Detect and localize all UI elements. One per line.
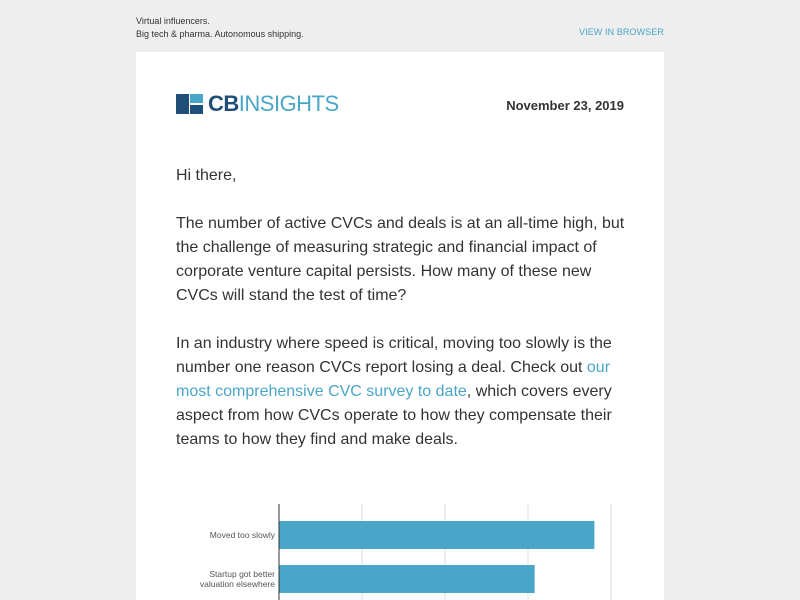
email-body: Hi there, The number of active CVCs and … <box>176 164 626 476</box>
paragraph-1: The number of active CVCs and deals is a… <box>176 215 625 304</box>
survey-bar-chart: Moved too slowly Startup got better valuat… <box>200 504 612 600</box>
logo-text-cb: CB <box>208 91 239 116</box>
cb-insights-logo-icon <box>176 94 203 114</box>
preheader-line-1: Virtual influencers. <box>136 16 210 26</box>
chart-category-label-1: Startup got better valuation elsewhere <box>200 569 275 589</box>
email-date: November 23, 2019 <box>506 98 624 113</box>
paragraph-2-text-before: In an industry where speed is critical, … <box>176 335 612 376</box>
paragraph-2: In an industry where speed is critical, … <box>176 332 626 452</box>
chart-bar-0 <box>279 521 595 549</box>
email-card: CBINSIGHTS November 23, 2019 Hi there, T… <box>136 52 664 600</box>
chart-container[interactable]: Moved too slowly Startup got better valuat… <box>136 500 664 600</box>
preheader-line-2: Big tech & pharma. Autonomous shipping. <box>136 29 304 39</box>
view-in-browser-link[interactable]: VIEW IN BROWSER <box>579 27 664 37</box>
chart-bar-1 <box>279 565 535 593</box>
cb-insights-logo[interactable]: CBINSIGHTS <box>176 93 339 115</box>
greeting: Hi there, <box>176 167 237 184</box>
chart-category-label-0: Moved too slowly <box>210 530 276 540</box>
logo-text-insights: INSIGHTS <box>238 91 339 116</box>
preheader: Virtual influencers. Big tech & pharma. … <box>136 15 304 41</box>
logo-text: CBINSIGHTS <box>208 93 339 115</box>
